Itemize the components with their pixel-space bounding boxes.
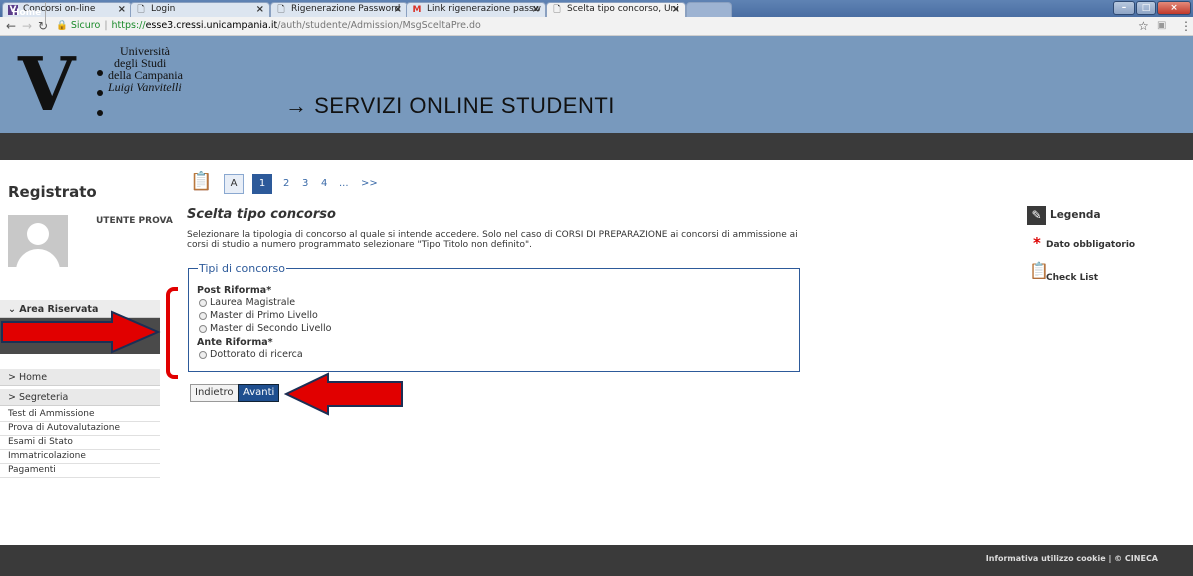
pagination-page[interactable]: 3 — [302, 178, 308, 189]
top-nav-bar — [0, 133, 1193, 160]
bookmark-star-icon[interactable]: ☆ — [1138, 19, 1149, 33]
pagination-next[interactable]: >> — [361, 178, 378, 189]
radio-button-icon[interactable] — [199, 298, 207, 307]
url-field[interactable]: 🔒 Sicuro | https://esse3.cressi.unicampani… — [56, 19, 1166, 34]
logo-dot — [97, 70, 103, 76]
url-host: esse3.cressi.unicampania.it — [145, 20, 278, 31]
close-tab-icon[interactable]: × — [672, 3, 680, 16]
fieldset-legend: Tipi di concorso — [198, 262, 287, 275]
checklist-link[interactable]: Check List — [1046, 273, 1098, 283]
page-title: Scelta tipo concorso — [187, 207, 336, 222]
nav-home-link[interactable]: Home — [12, 8, 41, 18]
user-name: UTENTE PROVA — [96, 216, 173, 226]
minimize-icon[interactable]: – — [1113, 1, 1135, 15]
extension-icon[interactable]: ▣ — [1157, 19, 1166, 33]
sidebar-subitem-test-ammissione[interactable]: Test di Ammissione — [0, 408, 160, 422]
secure-label: Sicuro — [70, 20, 101, 31]
logo-dot — [97, 90, 103, 96]
radio-master-primo-livello[interactable]: Master di Primo Livello — [199, 310, 318, 321]
next-button[interactable]: Avanti — [238, 384, 280, 402]
radio-master-secondo-livello[interactable]: Master di Secondo Livello — [199, 323, 331, 334]
tab-title: Login — [151, 4, 176, 14]
sidebar-item-label[interactable]: > Segreteria — [8, 392, 68, 403]
browser-tab-login[interactable]: 🗋 Login × — [130, 2, 270, 17]
required-field-label: Dato obbligatorio — [1046, 240, 1136, 250]
browser-tab-bar: V Concorsi on-line × 🗋 Login × 🗋 Rigener… — [0, 0, 1193, 17]
browser-tab-gmail[interactable]: M Link rigenerazione passw × — [406, 2, 546, 17]
close-tab-icon[interactable]: × — [118, 3, 126, 16]
tab-title: Link rigenerazione passw — [427, 4, 541, 14]
sidebar-subitem-immatricolazione[interactable]: Immatricolazione — [0, 450, 160, 464]
services-title: → SERVIZI ONLINE STUDENTI — [285, 93, 615, 118]
pin-icon: ✎ — [1027, 206, 1046, 225]
required-star-icon: * — [1033, 234, 1041, 252]
annotation-arrow-right — [1, 310, 161, 354]
annotation-brace — [166, 287, 178, 379]
sidebar-subitem-prova-autovalutazione[interactable]: Prova di Autovalutazione — [0, 422, 160, 436]
close-tab-icon[interactable]: × — [256, 3, 264, 16]
pagination-page[interactable]: 4 — [321, 178, 327, 189]
footer-links[interactable]: Informativa utilizzo cookie | © CINECA — [986, 554, 1158, 563]
clipboard-icon: 📋 — [190, 171, 213, 192]
lock-icon: 🔒 — [56, 20, 68, 31]
forward-arrow-icon[interactable]: → — [22, 19, 32, 33]
logo-dot — [97, 110, 103, 116]
browser-tab-rigenerazione[interactable]: 🗋 Rigenerazione Password × — [270, 2, 408, 17]
radio-label: Laurea Magistrale — [210, 297, 296, 308]
sidebar-subitem-esami-stato[interactable]: Esami di Stato — [0, 436, 160, 450]
close-tab-icon[interactable]: × — [394, 3, 402, 16]
tab-title: Rigenerazione Password — [291, 4, 401, 14]
back-arrow-icon[interactable]: ← — [6, 19, 16, 33]
address-bar: ← → ↻ 🔒 Sicuro | https://esse3.cressi.unic… — [0, 17, 1193, 36]
radio-laurea-magistrale[interactable]: Laurea Magistrale — [199, 297, 295, 308]
radio-label: Master di Secondo Livello — [210, 323, 332, 334]
reload-icon[interactable]: ↻ — [38, 19, 48, 33]
university-name-line: Luigi Vanvitelli — [108, 80, 182, 94]
sidebar-subitem-pagamenti[interactable]: Pagamenti — [0, 464, 160, 478]
radio-button-icon[interactable] — [199, 311, 207, 320]
avatar — [8, 215, 68, 267]
annotation-arrow-left — [284, 372, 403, 416]
browser-tab-scelta[interactable]: 🗋 Scelta tipo concorso, Uni × — [546, 2, 686, 17]
sidebar-item-label[interactable]: > Home — [8, 372, 47, 383]
maximize-icon[interactable]: □ — [1136, 1, 1156, 15]
radio-label: Master di Primo Livello — [210, 310, 318, 321]
legend-title: Legenda — [1050, 209, 1101, 221]
pagination-page[interactable]: 2 — [283, 178, 289, 189]
url-protocol: https:// — [111, 20, 146, 31]
page-icon: 🗋 — [137, 5, 145, 15]
gmail-icon: M — [412, 5, 422, 15]
back-button[interactable]: Indietro — [190, 384, 239, 402]
page-icon: 🗋 — [277, 5, 285, 15]
page-icon: 🗋 — [553, 5, 561, 15]
page-description: Selezionare la tipologia di concorso al … — [187, 230, 798, 250]
radio-label: Dottorato di ricerca — [210, 349, 303, 360]
close-window-icon[interactable]: × — [1157, 1, 1191, 15]
group-label-ante-riforma: Ante Riforma* — [197, 337, 273, 348]
radio-dottorato-ricerca[interactable]: Dottorato di ricerca — [199, 349, 303, 360]
pagination-current-page[interactable]: 1 — [252, 174, 272, 194]
url-path: /auth/studente/Admission/MsgSceltaPre.do — [277, 20, 481, 31]
close-tab-icon[interactable]: × — [532, 3, 540, 16]
menu-dots-icon[interactable]: ⋮ — [1180, 19, 1192, 33]
nav-divider — [45, 2, 46, 25]
radio-button-icon[interactable] — [199, 324, 207, 333]
radio-button-icon[interactable] — [199, 350, 207, 359]
university-logo[interactable]: V — [18, 48, 75, 122]
sidebar-title: Registrato — [8, 183, 97, 201]
group-label-post-riforma: Post Riforma* — [197, 285, 272, 296]
new-tab-button[interactable] — [686, 2, 732, 17]
pagination-ellipsis: ... — [339, 178, 349, 189]
tab-title: Scelta tipo concorso, Uni — [567, 4, 679, 14]
pagination-page[interactable]: A — [224, 174, 244, 194]
